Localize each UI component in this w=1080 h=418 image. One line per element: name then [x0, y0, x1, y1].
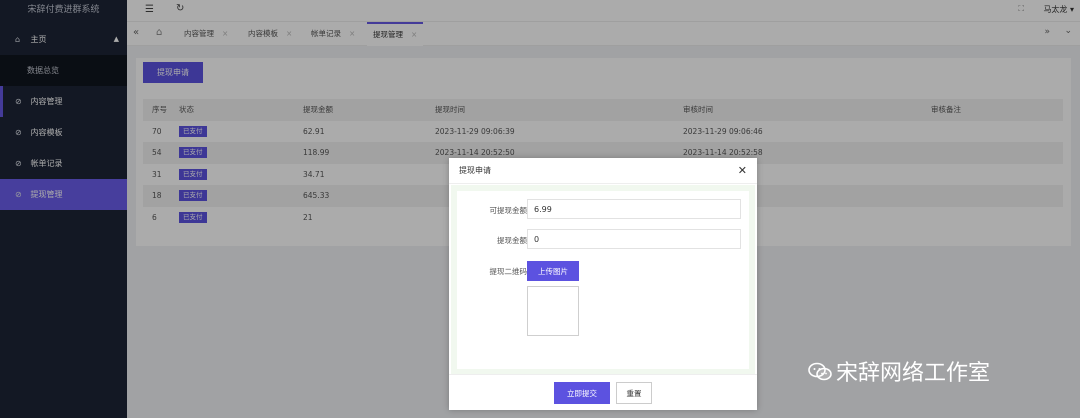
watermark-text: 宋辞网络工作室	[836, 361, 991, 386]
modal-title: 提现申请	[459, 166, 491, 175]
withdrawal-modal: 提现申请 ✕ 可提现金额 提现金额 提现二维码 上传图片 立即提交 重置	[449, 158, 757, 410]
wechat-icon	[808, 362, 832, 388]
submit-button[interactable]: 立即提交	[554, 382, 610, 404]
withdraw-amount-field[interactable]	[527, 229, 741, 249]
watermark: 宋辞网络工作室	[808, 355, 990, 388]
qrcode-preview	[527, 286, 579, 336]
modal-form: 可提现金额 提现金额 提现二维码 上传图片	[451, 185, 755, 375]
modal-footer: 立即提交 重置	[449, 374, 757, 410]
modal-header: 提现申请 ✕	[449, 158, 757, 184]
reset-button[interactable]: 重置	[616, 382, 652, 404]
upload-image-button[interactable]: 上传图片	[527, 261, 579, 281]
close-icon[interactable]: ✕	[738, 158, 747, 184]
withdraw-amount-label: 提现金额	[497, 236, 527, 245]
available-amount-label: 可提现金额	[489, 206, 528, 215]
available-amount-field[interactable]	[527, 199, 741, 219]
qrcode-label: 提现二维码	[489, 267, 528, 276]
